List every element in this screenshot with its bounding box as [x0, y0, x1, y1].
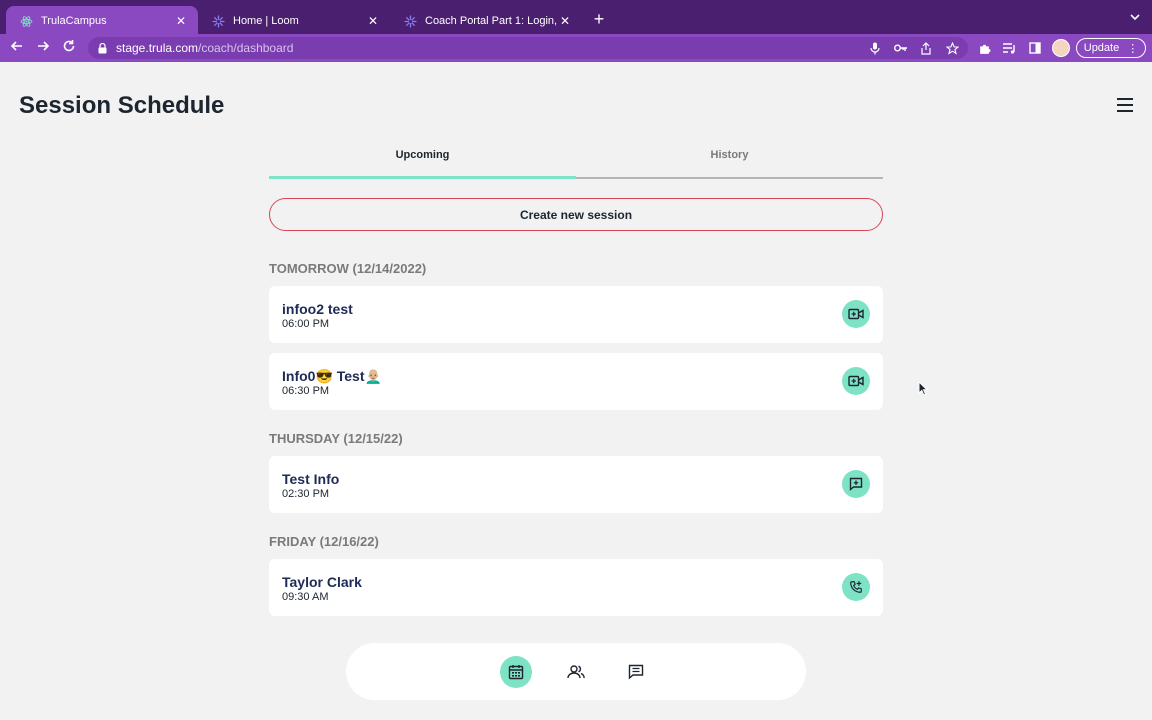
- session-time: 02:30 PM: [282, 488, 330, 500]
- back-icon[interactable]: [8, 39, 26, 57]
- chevron-down-icon[interactable]: [1130, 11, 1140, 25]
- loom-icon: [404, 14, 417, 28]
- video-add-icon[interactable]: [842, 300, 870, 328]
- side-panel-icon[interactable]: [1027, 40, 1043, 56]
- close-icon[interactable]: ✕: [174, 14, 188, 28]
- hamburger-menu-icon[interactable]: [1117, 98, 1133, 112]
- session-time: 09:30 AM: [282, 591, 329, 603]
- phone-add-icon[interactable]: [842, 573, 870, 601]
- extensions-icon[interactable]: [976, 40, 992, 56]
- session-name: Taylor Clark: [282, 574, 362, 590]
- media-queue-icon[interactable]: [1001, 40, 1017, 56]
- bottom-navigation: [346, 643, 806, 700]
- day-header: TOMORROW (12/14/2022): [269, 261, 427, 276]
- url-path: /coach/dashboard: [198, 41, 294, 55]
- new-tab-icon[interactable]: +: [590, 9, 608, 29]
- browser-tab-trulacampus[interactable]: TrulaCampus ✕: [6, 6, 198, 36]
- url-host: stage.trula.com: [116, 41, 199, 55]
- session-name: Test Info: [282, 471, 340, 487]
- chat-add-icon[interactable]: [842, 470, 870, 498]
- close-icon[interactable]: ✕: [366, 14, 380, 28]
- address-bar[interactable]: stage.trula.com/coach/dashboard: [88, 37, 968, 59]
- tab-title: Coach Portal Part 1: Login, Orie: [425, 15, 558, 27]
- session-time: 06:30 PM: [282, 385, 330, 397]
- session-card[interactable]: infoo2 test 06:00 PM: [269, 286, 883, 343]
- more-vert-icon: ⋮: [1127, 42, 1139, 55]
- update-label: Update: [1083, 42, 1120, 54]
- session-time: 06:00 PM: [282, 318, 330, 330]
- page-title: Session Schedule: [19, 92, 225, 119]
- close-icon[interactable]: ✕: [558, 14, 572, 28]
- tab-title: TrulaCampus: [41, 15, 107, 27]
- profile-avatar[interactable]: [1052, 39, 1070, 57]
- session-card[interactable]: Test Info 02:30 PM: [269, 456, 883, 513]
- session-name: infoo2 test: [282, 301, 353, 317]
- microphone-icon[interactable]: [867, 40, 883, 56]
- browser-tab-bar: TrulaCampus ✕ Home | Loom ✕ Coach Portal…: [0, 0, 1152, 36]
- day-header: THURSDAY (12/15/22): [269, 431, 403, 446]
- people-icon[interactable]: [560, 656, 592, 688]
- react-icon: [20, 15, 33, 28]
- session-name: Info0😎 Test👨🏼‍🦲: [282, 368, 382, 384]
- create-new-session-button[interactable]: Create new session: [269, 198, 883, 231]
- update-button[interactable]: Update ⋮: [1076, 38, 1146, 58]
- tab-title: Home | Loom: [233, 15, 299, 27]
- browser-toolbar: stage.trula.com/coach/dashboard Update ⋮: [0, 34, 1152, 62]
- calendar-icon[interactable]: [500, 656, 532, 688]
- star-icon[interactable]: [944, 40, 960, 56]
- schedule-tabs: Upcoming History: [269, 140, 883, 179]
- session-card[interactable]: Info0😎 Test👨🏼‍🦲 06:30 PM: [269, 353, 883, 410]
- share-icon[interactable]: [918, 40, 934, 56]
- loom-icon: [212, 14, 225, 28]
- session-card[interactable]: Taylor Clark 09:30 AM: [269, 559, 883, 616]
- mouse-cursor-icon: [918, 380, 929, 401]
- browser-tab-coach-portal[interactable]: Coach Portal Part 1: Login, Orie ✕: [390, 6, 582, 36]
- key-icon[interactable]: [893, 40, 909, 56]
- tab-upcoming[interactable]: Upcoming: [269, 140, 576, 179]
- reload-icon[interactable]: [60, 39, 78, 57]
- browser-tab-loom[interactable]: Home | Loom ✕: [198, 6, 390, 36]
- messages-icon[interactable]: [620, 656, 652, 688]
- video-add-icon[interactable]: [842, 367, 870, 395]
- forward-icon[interactable]: [34, 39, 52, 57]
- day-header: FRIDAY (12/16/22): [269, 534, 379, 549]
- tab-history[interactable]: History: [576, 140, 883, 179]
- lock-icon: [98, 42, 108, 54]
